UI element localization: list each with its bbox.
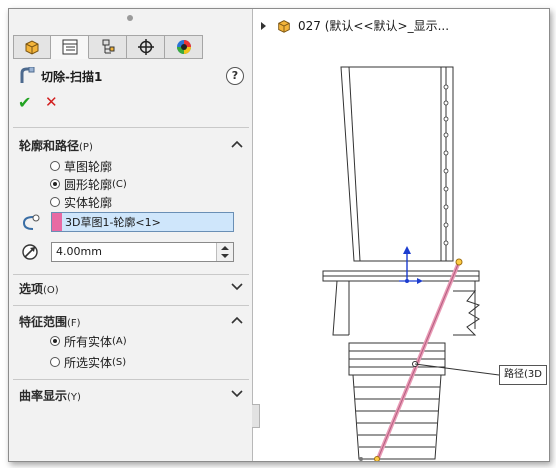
tab-feature-manager[interactable]	[13, 35, 51, 59]
radio-selected-bodies[interactable]: 所选实体 (S)	[50, 354, 126, 370]
section-curvature-header[interactable]: 曲率显示(Y)	[19, 387, 81, 404]
radio-all-bodies[interactable]: 所有实体 (A)	[50, 333, 127, 349]
section-profile-path-header[interactable]: 轮廓和路径(P)	[19, 137, 93, 154]
section-profile-path-title: 轮廓和路径	[19, 139, 80, 153]
chevron-up-icon[interactable]	[231, 139, 243, 149]
config-icon	[102, 39, 114, 54]
radio-solid-profile[interactable]: 实体轮廓	[50, 194, 112, 210]
model-drawing	[322, 66, 512, 461]
divider	[13, 379, 249, 380]
panel-grip[interactable]	[127, 15, 133, 21]
radio-sketch-profile[interactable]: 草图轮廓	[50, 158, 112, 174]
color-wheel-icon	[176, 40, 191, 54]
crosshair-icon	[137, 39, 154, 55]
diameter-input[interactable]: 4.00mm	[51, 242, 234, 262]
solidworks-window: 切除-扫描1 ? ✔ ✕ 轮廓和路径(P) 草图轮廓 圆形轮廓(C) 实体轮廓	[8, 8, 550, 462]
tab-property-manager[interactable]	[51, 35, 89, 59]
help-icon[interactable]: ?	[226, 67, 244, 85]
property-manager-panel: 切除-扫描1 ? ✔ ✕ 轮廓和路径(P) 草图轮廓 圆形轮廓(C) 实体轮廓	[9, 9, 253, 461]
radio-dot	[50, 197, 60, 207]
path-callout-label[interactable]: 路径(3D	[499, 365, 547, 385]
feature-title-row: 切除-扫描1 ?	[19, 66, 244, 86]
ok-button[interactable]: ✔	[18, 93, 31, 112]
cut-sweep-icon	[20, 67, 35, 83]
radio-circular-profile[interactable]: 圆形轮廓 (C)	[50, 176, 127, 192]
section-options-header[interactable]: 选项(O)	[19, 280, 59, 297]
tab-dimxpert-manager[interactable]	[127, 35, 165, 59]
chevron-up-icon[interactable]	[231, 315, 243, 325]
divider	[13, 274, 249, 275]
radio-dot	[50, 161, 60, 171]
triad-icon	[399, 246, 423, 284]
chevron-down-icon[interactable]	[231, 282, 243, 292]
path-selection-value: 3D草图1-轮廓<1>	[65, 216, 161, 229]
divider	[13, 305, 249, 306]
section-feature-scope-header[interactable]: 特征范围(F)	[19, 313, 81, 330]
radio-dot-selected	[50, 336, 60, 346]
manager-tabs	[13, 35, 203, 59]
chevron-down-icon[interactable]	[231, 389, 243, 399]
path-icon	[22, 214, 40, 230]
shank	[348, 281, 476, 335]
feature-title: 切除-扫描1	[41, 69, 103, 84]
cancel-button[interactable]: ✕	[45, 93, 58, 111]
profile-color-swatch	[52, 213, 62, 231]
property-list-icon	[62, 39, 77, 55]
graphics-viewport[interactable]: 027 (默认<<默认>_显示... 路径(3D	[253, 9, 549, 461]
radio-dot-selected	[50, 179, 60, 189]
diameter-spinner[interactable]	[216, 243, 233, 261]
tab-configuration-manager[interactable]	[89, 35, 127, 59]
radio-dot	[50, 357, 60, 367]
divider	[13, 127, 249, 128]
tab-display-manager[interactable]	[165, 35, 203, 59]
diameter-icon	[22, 244, 38, 260]
blade-body	[340, 66, 454, 262]
cube-icon	[25, 40, 39, 55]
path-selection-box[interactable]: 3D草图1-轮廓<1>	[51, 212, 234, 232]
